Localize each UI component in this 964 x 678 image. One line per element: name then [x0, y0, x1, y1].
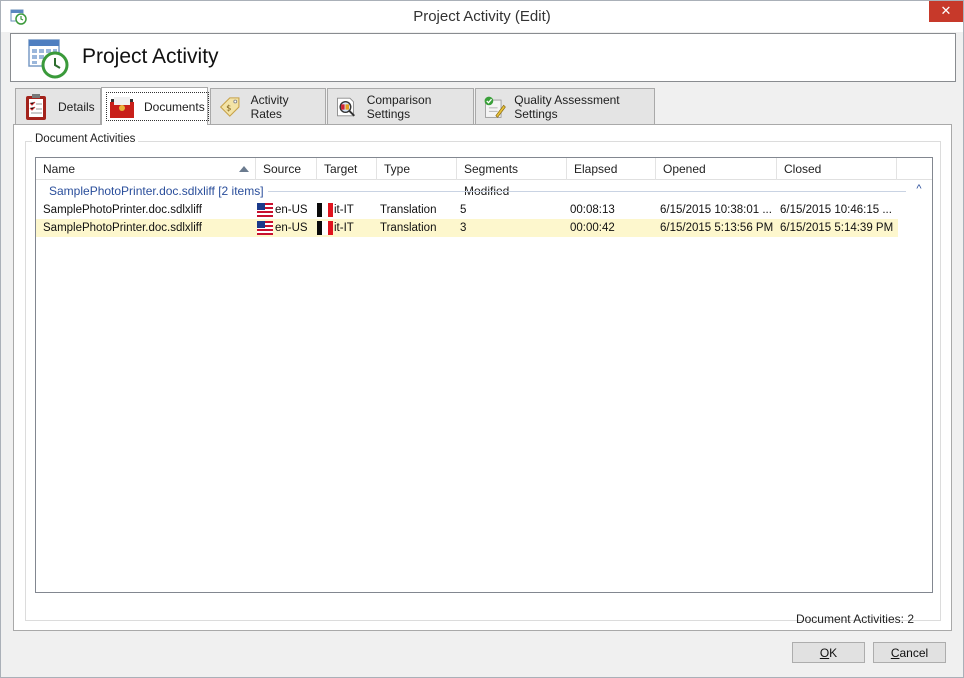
ok-button[interactable]: OK — [792, 642, 865, 663]
cell-elapsed: 00:00:42 — [570, 222, 615, 234]
cell-opened: 6/15/2015 5:13:56 PM — [660, 222, 774, 234]
column-header-name-label: Name — [43, 162, 76, 176]
italy-flag-icon — [317, 221, 333, 235]
cell-target: it-IT — [334, 222, 354, 234]
document-activities-count: Document Activities: 2 — [795, 612, 914, 626]
cell-segments-modified: 3 — [460, 222, 467, 234]
column-header-opened[interactable]: Opened — [656, 158, 777, 180]
folder-documents-icon — [110, 96, 134, 118]
column-header-type[interactable]: Type — [377, 158, 457, 180]
sort-ascending-icon — [239, 166, 249, 172]
column-header-source[interactable]: Source — [256, 158, 317, 180]
window-title: Project Activity (Edit) — [413, 8, 551, 25]
clipboard-icon — [26, 93, 46, 120]
collapse-caret-icon[interactable]: ^ — [913, 183, 925, 195]
tab-comparison-settings[interactable]: Comparison Settings — [327, 88, 474, 124]
price-tag-icon: $ — [219, 96, 240, 117]
tab-documents-label: Documents — [144, 99, 205, 114]
document-activities-grid[interactable]: Name Source Target Type Segments Modifie… — [35, 157, 933, 593]
tab-comparison-settings-label: Comparison Settings — [366, 92, 432, 121]
tab-activity-rates[interactable]: $ Activity Rates — [210, 88, 326, 124]
group-header-label: SamplePhotoPrinter.doc.sdlxliff [2 items… — [49, 184, 264, 198]
page-title: Project Activity — [82, 45, 219, 68]
tab-details[interactable]: Details — [15, 88, 101, 124]
cell-elapsed: 00:08:13 — [570, 204, 615, 216]
cell-source: en-US — [275, 204, 308, 216]
table-row-selected[interactable]: SamplePhotoPrinter.doc.sdlxliff en-US it… — [36, 219, 898, 237]
ok-mnemonic: O — [819, 646, 830, 660]
cell-type: Translation — [380, 204, 437, 216]
column-header-target[interactable]: Target — [317, 158, 377, 180]
calendar-clock-icon — [28, 39, 69, 79]
cell-type: Translation — [380, 222, 437, 234]
cell-target: it-IT — [334, 204, 354, 216]
tab-documents[interactable]: Documents — [101, 87, 209, 125]
group-title: Document Activities — [32, 133, 139, 145]
cell-source: en-US — [275, 222, 308, 234]
group-divider — [268, 191, 906, 192]
documents-panel: Document Activities Name Source Target T… — [13, 124, 952, 631]
svg-text:$: $ — [226, 102, 231, 112]
table-row[interactable]: SamplePhotoPrinter.doc.sdlxliff en-US it… — [36, 201, 898, 219]
tab-quality-assessment-settings-label: Quality Assessment Settings — [514, 92, 620, 121]
us-flag-icon — [257, 203, 273, 217]
ok-label-rest: K — [829, 646, 838, 660]
cell-name: SamplePhotoPrinter.doc.sdlxliff — [43, 204, 202, 216]
cell-segments-modified: 5 — [460, 204, 467, 216]
column-header-segments-modified[interactable]: Segments Modified — [457, 158, 567, 198]
checklist-pencil-icon — [484, 96, 506, 118]
us-flag-icon — [257, 221, 273, 235]
group-header-row[interactable]: SamplePhotoPrinter.doc.sdlxliff [2 items… — [36, 181, 932, 201]
column-header-elapsed[interactable]: Elapsed — [567, 158, 656, 180]
magnifier-compare-icon — [337, 97, 355, 117]
project-activity-dialog: Project Activity (Edit) ✕ Project Activi… — [0, 0, 964, 678]
tab-details-label: Details — [58, 99, 95, 114]
header-banner: Project Activity — [10, 33, 956, 82]
column-header-closed[interactable]: Closed — [777, 158, 897, 180]
cancel-label-rest: ancel — [899, 646, 929, 660]
tab-activity-rates-label: Activity Rates — [250, 92, 289, 121]
cell-name: SamplePhotoPrinter.doc.sdlxliff — [43, 222, 202, 234]
cancel-button[interactable]: Cancel — [873, 642, 946, 663]
cell-closed: 6/15/2015 10:46:15 ... — [780, 204, 892, 216]
cell-closed: 6/15/2015 5:14:39 PM — [780, 222, 894, 234]
column-header-name[interactable]: Name — [36, 158, 256, 180]
title-bar[interactable]: Project Activity (Edit) ✕ — [1, 1, 963, 32]
cell-opened: 6/15/2015 10:38:01 ... — [660, 204, 772, 216]
grid-header: Name Source Target Type Segments Modifie… — [36, 158, 932, 198]
tab-quality-assessment-settings[interactable]: Quality Assessment Settings — [475, 88, 655, 124]
close-button[interactable]: ✕ — [929, 1, 963, 22]
document-activities-group: Document Activities Name Source Target T… — [25, 133, 941, 626]
italy-flag-icon — [317, 203, 333, 217]
